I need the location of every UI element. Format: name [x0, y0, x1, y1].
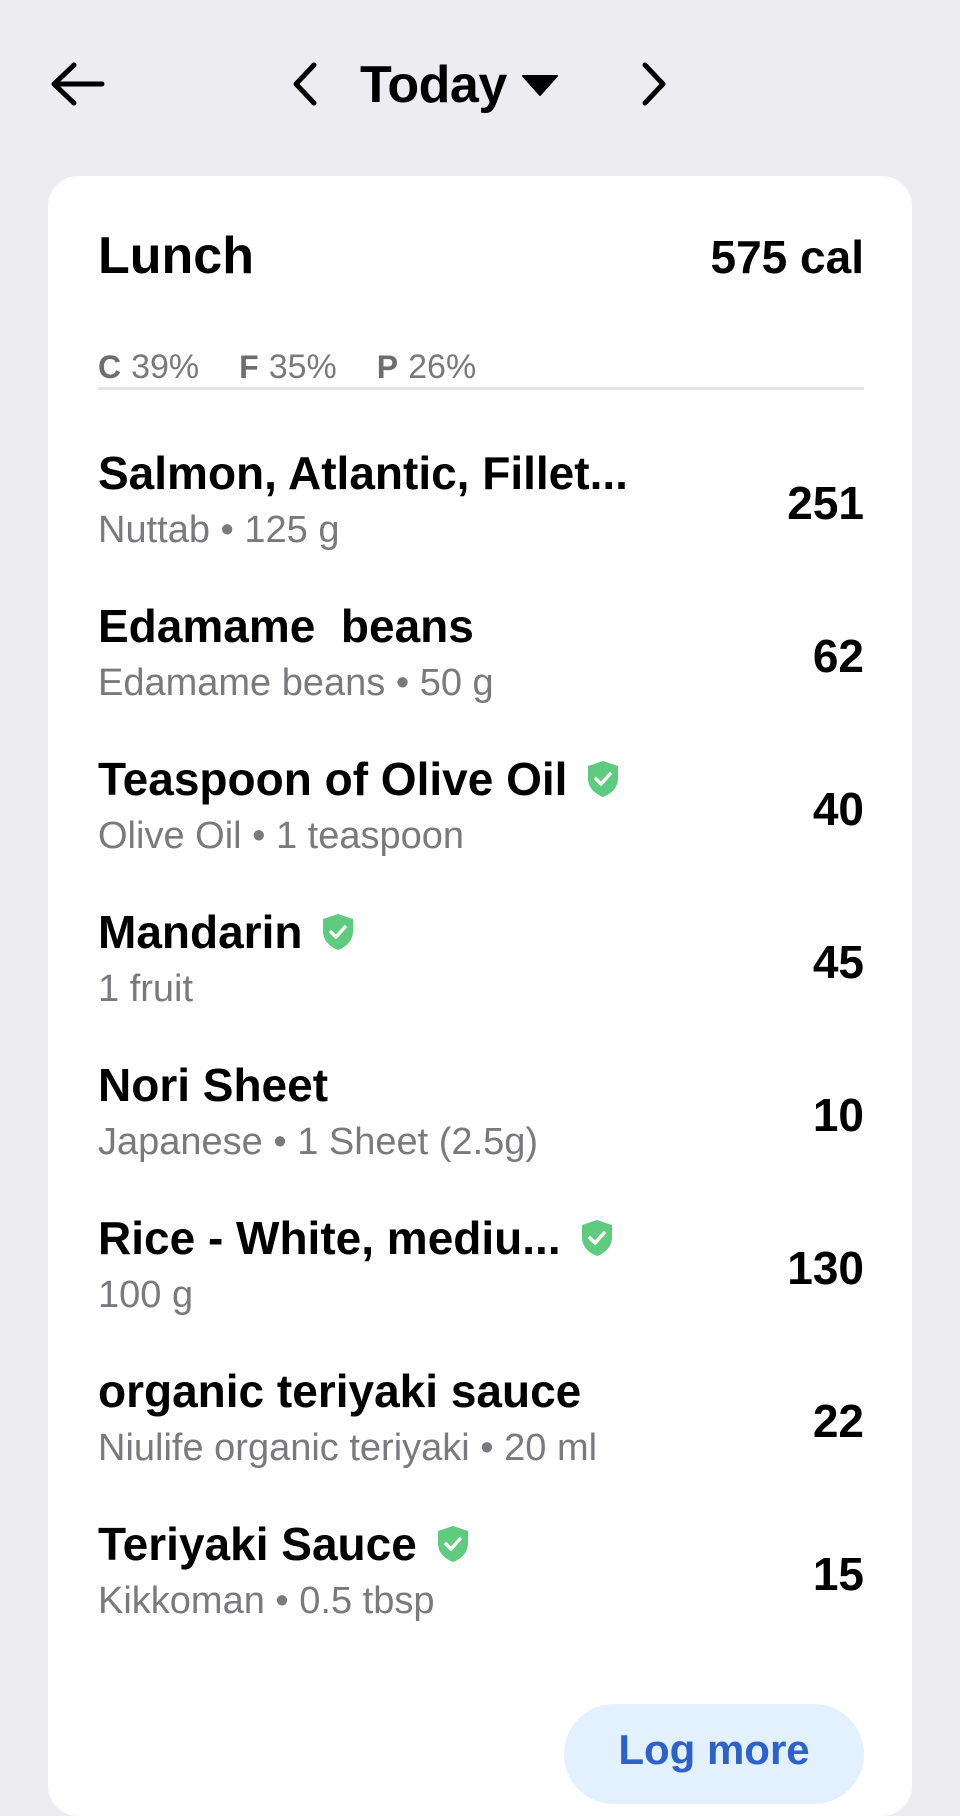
food-calories: 22	[812, 1395, 864, 1447]
food-detail: Kikkoman • 0.5 tbsp	[98, 1580, 435, 1622]
macro-letter: P	[376, 349, 399, 385]
food-name-row: Salmon, Atlantic, Fillet...	[98, 446, 628, 500]
previous-day-button[interactable]	[285, 56, 325, 112]
food-detail: 100 g	[98, 1274, 194, 1316]
food-calories: 62	[812, 630, 864, 682]
food-detail: 1 fruit	[98, 968, 194, 1010]
food-name-row: organic teriyaki sauce	[98, 1364, 581, 1418]
meal-calories: 575 cal	[710, 231, 864, 283]
food-name-row: Rice - White, mediu...	[98, 1211, 615, 1265]
macro-fat: F 35%	[239, 348, 337, 387]
shield-check-icon	[581, 1220, 612, 1256]
chevron-right-icon	[642, 62, 666, 106]
food-calories: 10	[812, 1089, 864, 1141]
food-calories: 15	[812, 1548, 864, 1600]
macro-value: 35%	[268, 348, 337, 386]
top-navigation-bar: Today	[0, 0, 960, 170]
log-more-label: Log more	[618, 1726, 810, 1773]
macro-breakdown: C 39% F 35% P 26%	[98, 348, 476, 387]
log-more-button[interactable]: Log more	[564, 1704, 864, 1804]
food-name: Teriyaki Sauce	[98, 1518, 417, 1570]
food-item[interactable]: Mandarin 1 fruit 45	[98, 905, 864, 1058]
food-name: organic teriyaki sauce	[98, 1365, 582, 1417]
caret-down-icon	[521, 75, 558, 96]
food-name: Mandarin	[98, 906, 303, 958]
chevron-left-icon	[293, 62, 317, 106]
food-calories: 251	[787, 477, 864, 529]
food-item[interactable]: Edamame beans Edamame beans • 50 g 62	[98, 599, 864, 752]
meal-header: Lunch 575 cal C 39% F 35% P 26%	[98, 226, 864, 386]
food-name-row: Nori Sheet	[98, 1058, 328, 1112]
food-item[interactable]: organic teriyaki sauce Niulife organic t…	[98, 1364, 864, 1517]
macro-letter: F	[239, 349, 259, 385]
back-button[interactable]	[50, 54, 116, 114]
food-name: Edamame beans	[98, 600, 474, 652]
macro-value: 39%	[131, 348, 200, 386]
food-detail: Japanese • 1 Sheet (2.5g)	[98, 1121, 539, 1163]
food-detail: Edamame beans • 50 g	[98, 662, 494, 704]
food-name: Nori Sheet	[98, 1059, 329, 1111]
food-item[interactable]: Teaspoon of Olive Oil Olive Oil • 1 teas…	[98, 752, 864, 905]
food-name: Salmon, Atlantic, Fillet...	[98, 447, 628, 499]
date-label: Today	[360, 56, 507, 114]
food-calories: 45	[812, 936, 864, 988]
food-detail: Nuttab • 125 g	[98, 509, 340, 551]
food-item[interactable]: Rice - White, mediu... 100 g 130	[98, 1211, 864, 1364]
shield-check-icon	[588, 761, 619, 797]
food-detail: Niulife organic teriyaki • 20 ml	[98, 1427, 598, 1469]
food-name-row: Mandarin	[98, 905, 356, 959]
food-name: Rice - White, mediu...	[98, 1212, 561, 1264]
meal-title: Lunch	[98, 227, 254, 285]
macro-value: 26%	[408, 348, 477, 386]
food-calories: 40	[812, 783, 864, 835]
macro-letter: C	[98, 349, 122, 385]
food-name: Teaspoon of Olive Oil	[98, 753, 568, 805]
food-detail: Olive Oil • 1 teaspoon	[98, 815, 465, 857]
food-item[interactable]: Nori Sheet Japanese • 1 Sheet (2.5g) 10	[98, 1058, 864, 1211]
food-name-row: Edamame beans	[98, 599, 474, 653]
food-name-row: Teriyaki Sauce	[98, 1517, 471, 1571]
arrow-left-icon	[51, 62, 105, 106]
food-name-row: Teaspoon of Olive Oil	[98, 752, 621, 806]
macro-carbs: C 39%	[98, 348, 199, 387]
shield-check-icon	[323, 914, 354, 950]
meal-card: Lunch 575 cal C 39% F 35% P 26% Salmon, …	[48, 176, 912, 1816]
divider	[98, 387, 864, 390]
food-item[interactable]: Salmon, Atlantic, Fillet... Nuttab • 125…	[98, 446, 864, 599]
date-selector[interactable]: Today	[360, 50, 559, 120]
food-list: Salmon, Atlantic, Fillet... Nuttab • 125…	[98, 446, 864, 1670]
food-calories: 130	[787, 1242, 864, 1294]
macro-protein: P 26%	[377, 348, 476, 387]
food-item[interactable]: Teriyaki Sauce Kikkoman • 0.5 tbsp 15	[98, 1517, 864, 1670]
shield-check-icon	[437, 1526, 468, 1562]
next-day-button[interactable]	[634, 56, 674, 112]
